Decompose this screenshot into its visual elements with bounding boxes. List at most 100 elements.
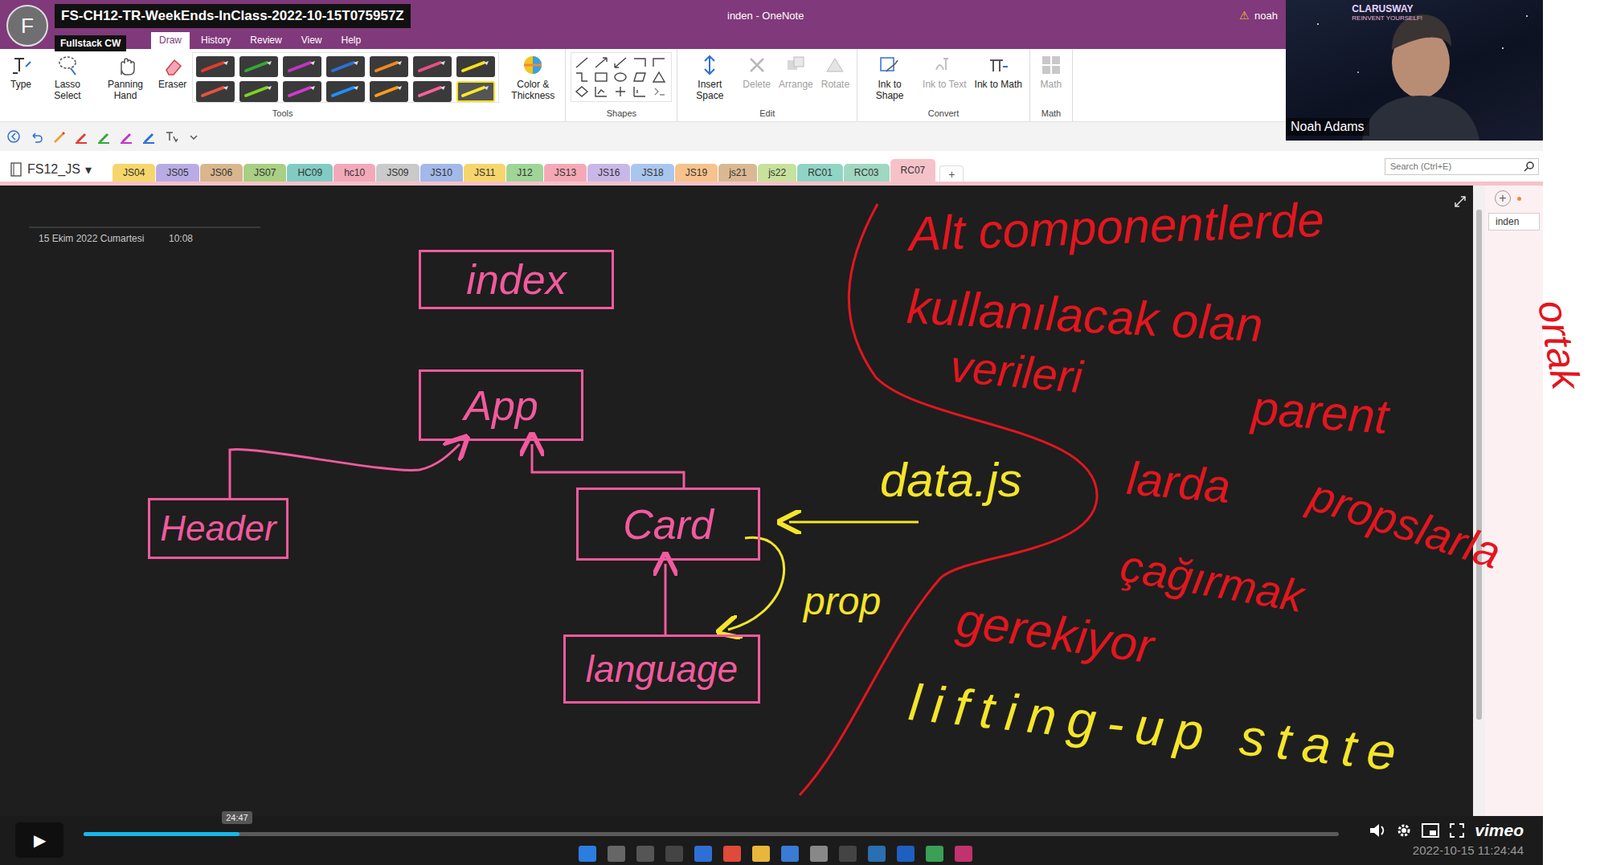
- pen[interactable]: [282, 56, 322, 78]
- pen[interactable]: [326, 56, 365, 78]
- section-tab[interactable]: js22: [757, 163, 797, 182]
- shape-icon[interactable]: [651, 70, 668, 84]
- ribbon-tab[interactable]: Draw: [151, 32, 190, 50]
- section-tab[interactable]: HC09: [286, 163, 333, 182]
- toolbar-icon[interactable]: [51, 129, 66, 144]
- add-section-button[interactable]: +: [939, 165, 964, 182]
- taskbar-app-icon: [636, 846, 655, 863]
- pen[interactable]: [369, 81, 409, 103]
- pen[interactable]: [413, 81, 452, 103]
- section-tab[interactable]: JS16: [587, 163, 631, 182]
- ribbon-button[interactable]: Type: [4, 52, 37, 92]
- volume-icon[interactable]: [1368, 822, 1387, 839]
- pen[interactable]: [456, 81, 496, 103]
- section-tab[interactable]: JS10: [420, 163, 463, 182]
- section-tab[interactable]: JS06: [200, 163, 243, 182]
- section-tab[interactable]: JS19: [675, 163, 718, 182]
- pen[interactable]: [239, 56, 279, 78]
- taskbar-app-icon: [607, 846, 626, 863]
- shape-icon[interactable]: [613, 56, 630, 70]
- ribbon-button[interactable]: Color & Thickness: [505, 52, 561, 103]
- pip-icon[interactable]: [1421, 823, 1440, 839]
- ribbon-tab[interactable]: Review: [241, 32, 290, 50]
- section-tab[interactable]: JS18: [630, 163, 674, 182]
- section-tab[interactable]: JS11: [463, 163, 506, 182]
- toolbar-icon[interactable]: [118, 129, 134, 144]
- section-tab[interactable]: JS09: [376, 163, 419, 182]
- note-canvas[interactable]: [0, 185, 1474, 817]
- scrollbar[interactable]: [1473, 185, 1486, 817]
- section-tab[interactable]: js21: [718, 163, 758, 182]
- pen[interactable]: [369, 56, 409, 78]
- shape-icon[interactable]: [613, 70, 630, 84]
- pen[interactable]: [196, 81, 235, 103]
- ribbon-tab[interactable]: Help: [333, 32, 370, 50]
- toolbar-icon[interactable]: [6, 129, 21, 144]
- section-tab[interactable]: RC07: [890, 159, 937, 182]
- toolbar-icon[interactable]: [73, 129, 89, 144]
- section-tab[interactable]: JS07: [243, 163, 287, 182]
- ribbon-button[interactable]: Lasso Select: [40, 52, 95, 103]
- pen[interactable]: [413, 56, 452, 78]
- video-title[interactable]: FS-CH12-TR-WeekEnds-InClass-2022-10-15T0…: [54, 4, 411, 29]
- shape-icon[interactable]: [651, 56, 668, 70]
- pen[interactable]: [456, 56, 496, 78]
- ribbon-button[interactable]: Ink to Shape: [862, 52, 917, 103]
- account[interactable]: ⚠noah: [1239, 8, 1278, 22]
- shape-icon[interactable]: [632, 56, 649, 70]
- recording-timestamp: 2022-10-15 11:24:44: [1412, 843, 1524, 858]
- ribbon-tab[interactable]: View: [293, 32, 331, 50]
- pen[interactable]: [282, 81, 322, 103]
- section-tab[interactable]: RC01: [797, 163, 843, 182]
- pen[interactable]: [239, 81, 279, 103]
- progress-track[interactable]: 24:47: [83, 832, 1339, 837]
- taskbar-app-icon: [752, 846, 770, 863]
- ribbon-button[interactable]: Eraser: [155, 52, 189, 92]
- shape-icon[interactable]: [593, 56, 610, 70]
- shape-icon[interactable]: [651, 85, 668, 99]
- scroll-thumb[interactable]: [1476, 209, 1482, 721]
- expand-icon[interactable]: [1453, 195, 1467, 209]
- channel-avatar[interactable]: F: [6, 4, 49, 47]
- section-tab[interactable]: J12: [506, 163, 543, 182]
- shape-icon[interactable]: [593, 85, 610, 99]
- search-input[interactable]: [1388, 160, 1524, 172]
- shape-icon[interactable]: [632, 85, 649, 99]
- add-page-button[interactable]: +: [1494, 190, 1511, 207]
- group-body: Math: [1035, 52, 1068, 109]
- toolbar-icon[interactable]: [141, 129, 156, 144]
- shape-icon[interactable]: [574, 70, 591, 84]
- gear-icon[interactable]: [1395, 822, 1412, 839]
- search-box[interactable]: [1384, 158, 1539, 176]
- shape-icon[interactable]: [613, 85, 630, 99]
- section-tab[interactable]: RC03: [843, 163, 890, 182]
- notebook-switcher[interactable]: FS12_JS▾: [9, 157, 113, 182]
- brand-logo: CLARUSWAYREINVENT YOURSELF!: [1351, 3, 1423, 22]
- pen[interactable]: [196, 56, 235, 78]
- shape-icon[interactable]: [574, 56, 591, 70]
- toolbar-icon[interactable]: [186, 129, 201, 144]
- vimeo-logo[interactable]: vimeo: [1474, 821, 1524, 841]
- shape-icon[interactable]: [574, 85, 591, 99]
- section-tab[interactable]: JS05: [155, 163, 199, 182]
- ribbon-button[interactable]: Insert Space: [682, 52, 737, 103]
- play-button[interactable]: ▶: [15, 822, 64, 859]
- section-tab[interactable]: JS04: [112, 163, 156, 182]
- section-tab[interactable]: JS13: [544, 163, 587, 182]
- section-tab[interactable]: hc10: [333, 163, 376, 182]
- ribbon-button[interactable]: Ink to Math: [972, 52, 1025, 92]
- search-icon[interactable]: [1523, 160, 1535, 172]
- shape-icon[interactable]: [593, 70, 610, 84]
- channel-name[interactable]: Fullstack CW: [54, 35, 127, 52]
- button-label: Rotate: [821, 78, 850, 91]
- pen[interactable]: [326, 81, 365, 103]
- ribbon-button[interactable]: Panning Hand: [98, 52, 153, 103]
- page-item[interactable]: inden: [1488, 212, 1540, 231]
- toolbar-icon[interactable]: [28, 129, 44, 144]
- shape-icon[interactable]: [632, 70, 649, 84]
- toolbar-icon[interactable]: [96, 129, 111, 144]
- ribbon-tab[interactable]: History: [192, 32, 239, 50]
- tool-icon: [521, 53, 545, 77]
- fullscreen-icon[interactable]: [1448, 822, 1465, 839]
- toolbar-icon[interactable]: [163, 129, 179, 144]
